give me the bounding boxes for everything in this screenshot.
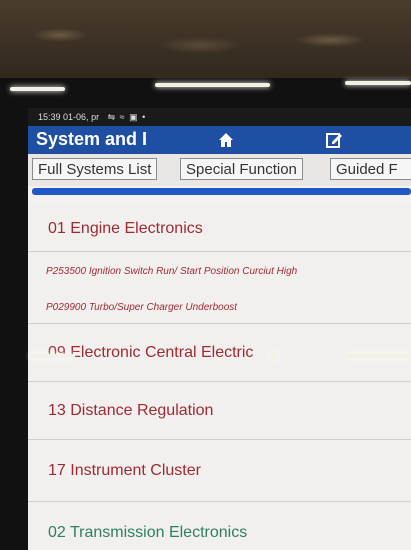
glare-reflection <box>345 354 411 358</box>
list-item-label: 02 Transmission Electronics <box>48 524 248 541</box>
status-bar: 15:39 01-06, pr ⇋ ≈ ▣ • <box>28 108 411 126</box>
fault-code: P253500 Ignition Switch Run/ Start Posit… <box>46 266 298 277</box>
fault-code: P029900 Turbo/Super Charger Underboost <box>46 302 238 313</box>
list-item-label: 17 Instrument Cluster <box>48 462 201 479</box>
glare-reflection <box>10 87 65 91</box>
tablet-device: 15:39 01-06, pr ⇋ ≈ ▣ • System and F Ful… <box>0 78 411 550</box>
glare-reflection <box>345 81 411 85</box>
tablet-screen: 15:39 01-06, pr ⇋ ≈ ▣ • System and F Ful… <box>28 108 411 550</box>
list-item-central-electric[interactable]: 09 Electronic Central Electric <box>28 324 411 382</box>
progress-bar <box>32 188 411 195</box>
glare-reflection <box>30 354 75 358</box>
edit-icon <box>326 133 342 148</box>
page-title: System and F <box>36 129 146 149</box>
list-item-label: 09 Electronic Central Electric <box>48 344 254 361</box>
list-item-distance-regulation[interactable]: 13 Distance Regulation <box>28 382 411 440</box>
glare-reflection <box>155 83 270 87</box>
tab-special-function[interactable]: Special Function <box>180 158 303 180</box>
list-item-instrument-cluster[interactable]: 17 Instrument Cluster <box>28 440 411 502</box>
list-item-label: 13 Distance Regulation <box>48 402 214 419</box>
signal-icon: ≈ <box>119 112 126 122</box>
list-item-label: 01 Engine Electronics <box>48 220 203 237</box>
list-item-engine-electronics[interactable]: 01 Engine Electronics <box>28 202 411 252</box>
edit-button[interactable] <box>324 130 344 150</box>
list-item-transmission-electronics[interactable]: 02 Transmission Electronics <box>28 502 411 550</box>
home-button[interactable] <box>216 130 236 150</box>
status-time: 15:39 <box>38 112 61 122</box>
wifi-icon: ⇋ <box>107 112 117 122</box>
title-bar: System and F <box>28 126 411 154</box>
tab-guided-functions[interactable]: Guided F <box>330 158 411 180</box>
status-icons: ⇋ ≈ ▣ • <box>108 112 147 122</box>
home-icon <box>219 133 233 147</box>
tab-full-systems-list[interactable]: Full Systems List <box>32 158 158 180</box>
screen-icon: ▣ <box>129 112 139 122</box>
tab-bar: Full Systems List Special Function Guide… <box>28 154 411 186</box>
dot-icon: • <box>142 112 147 122</box>
glare-reflection <box>270 352 278 360</box>
status-date: 01-06, pr <box>63 112 100 122</box>
fault-code-panel: P253500 Ignition Switch Run/ Start Posit… <box>28 252 411 324</box>
